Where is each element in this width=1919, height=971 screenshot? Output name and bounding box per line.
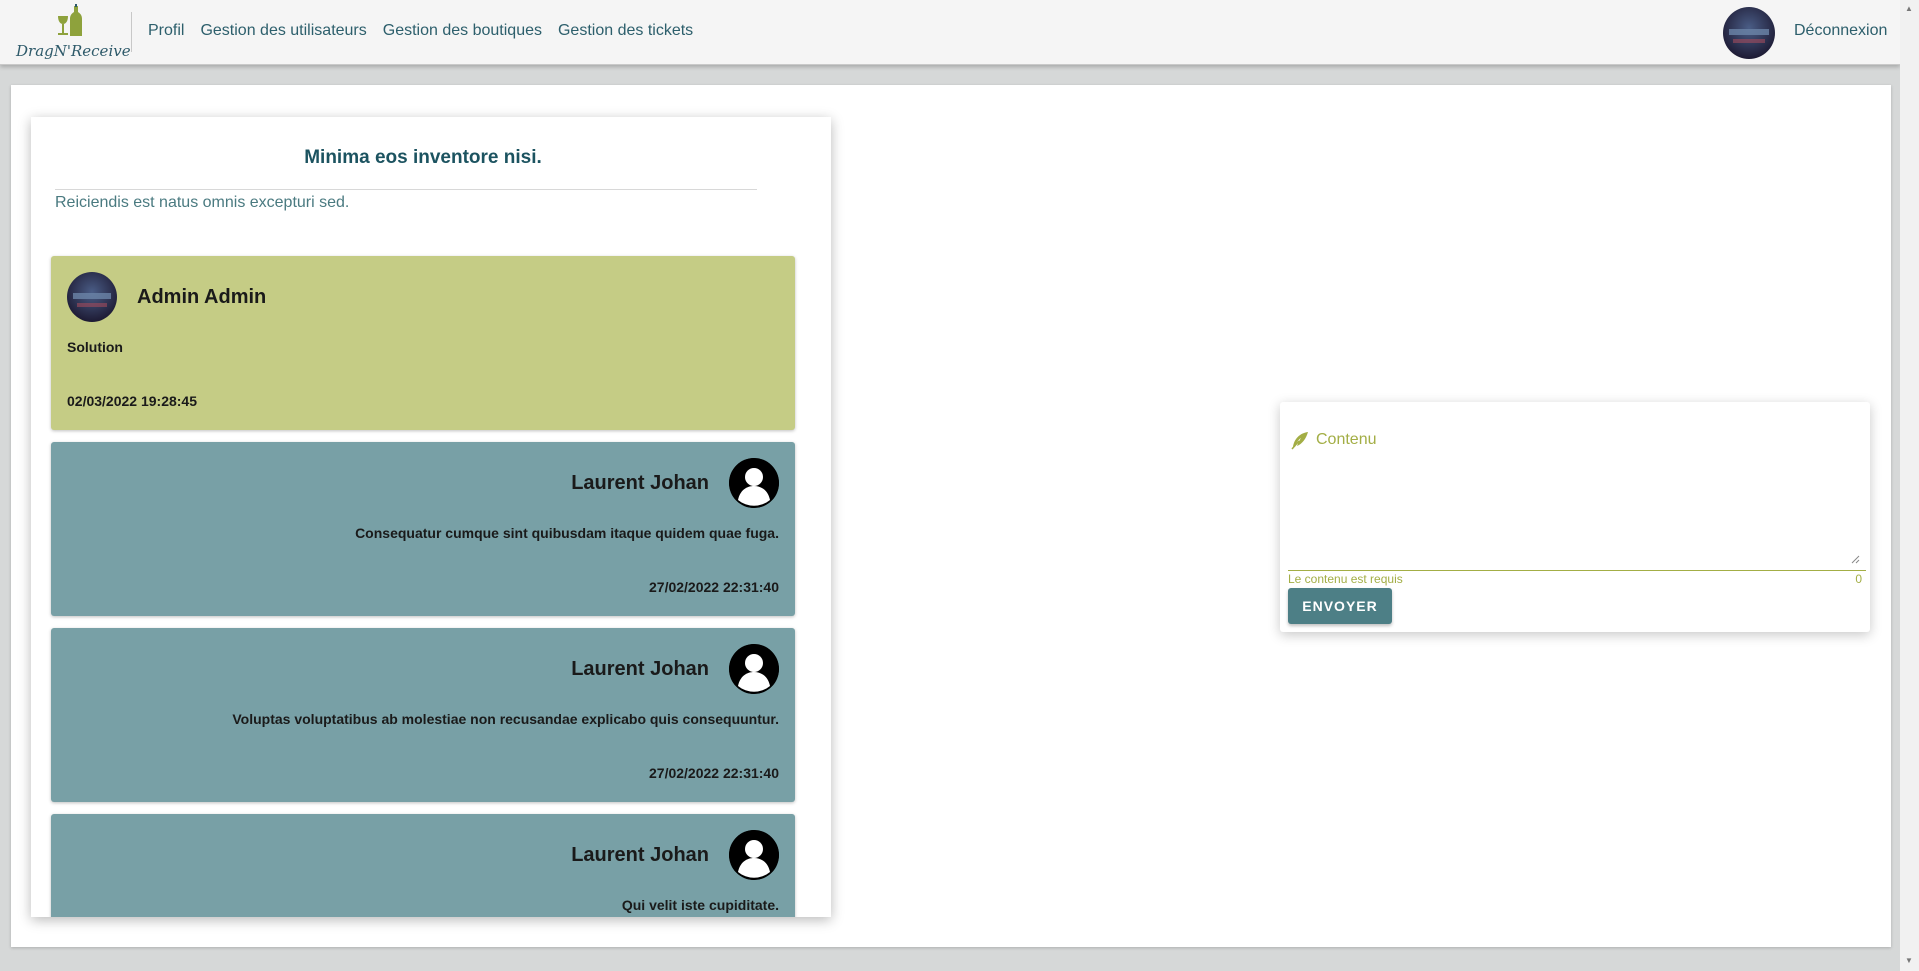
user-silhouette-icon [729,644,779,694]
nav-link-users[interactable]: Gestion des utilisateurs [200,22,366,40]
user-silhouette-icon [729,458,779,508]
message-card: Laurent Johan Consequatur cumque sint qu… [51,442,795,616]
scroll-up-icon[interactable]: ▲ [1905,4,1913,13]
message-author: Laurent Johan [571,472,709,494]
message-body: Consequatur cumque sint quibusdam itaque… [355,525,779,541]
nav-divider [131,12,132,52]
user-silhouette-icon [729,830,779,880]
logout-link[interactable]: Déconnexion [1794,22,1887,40]
content-label: Contenu [1290,430,1377,450]
message-date: 27/02/2022 22:31:40 [649,579,779,595]
feather-icon [1291,432,1308,450]
user-avatar[interactable] [1723,7,1775,59]
ticket-panel: Minima eos inventore nisi. Reiciendis es… [31,117,831,917]
app-logo[interactable]: DragN'Receive [16,4,131,62]
reply-form: Contenu Le contenu est requis 0 ENVOYER [1280,402,1870,632]
nav-link-shops[interactable]: Gestion des boutiques [383,22,542,40]
ticket-description: Reiciendis est natus omnis excepturi sed… [55,194,350,211]
message-body: Qui velit iste cupiditate. [621,897,779,913]
message-card: Laurent Johan Voluptas voluptatibus ab m… [51,628,795,802]
author-avatar [67,272,117,322]
message-date: 27/02/2022 22:31:40 [649,765,779,781]
title-divider [55,189,757,190]
message-card: Laurent Johan Qui velit iste cupiditate. [51,814,795,917]
bottle-glass-icon [58,4,82,36]
content-label-text: Contenu [1316,431,1377,448]
char-counter: 0 [1855,572,1862,586]
message-author: Laurent Johan [571,844,709,866]
send-button[interactable]: ENVOYER [1288,588,1392,624]
resize-handle-icon[interactable] [1850,554,1860,564]
message-author: Admin Admin [137,286,267,308]
app-logo-text: DragN'Receive [16,42,131,60]
message-card: Admin Admin Solution 02/03/2022 19:28:45 [51,256,795,430]
avatar-image [1723,7,1775,59]
scroll-down-icon[interactable]: ▼ [1905,956,1913,965]
nav-link-tickets[interactable]: Gestion des tickets [558,22,693,40]
validation-error: Le contenu est requis [1288,572,1403,586]
nav-link-profil[interactable]: Profil [148,22,184,40]
message-date: 02/03/2022 19:28:45 [67,393,197,409]
top-navbar: DragN'Receive Profil Gestion des utilisa… [0,0,1900,65]
ticket-title: Minima eos inventore nisi. [304,147,542,168]
message-body: Voluptas voluptatibus ab molestiae non r… [232,711,779,727]
content-textarea[interactable] [1288,452,1866,571]
nav-links: Profil Gestion des utilisateurs Gestion … [148,22,693,40]
page-scrollbar[interactable]: ▲ ▼ [1900,0,1919,971]
message-author: Laurent Johan [571,658,709,680]
message-body: Solution [67,339,123,355]
